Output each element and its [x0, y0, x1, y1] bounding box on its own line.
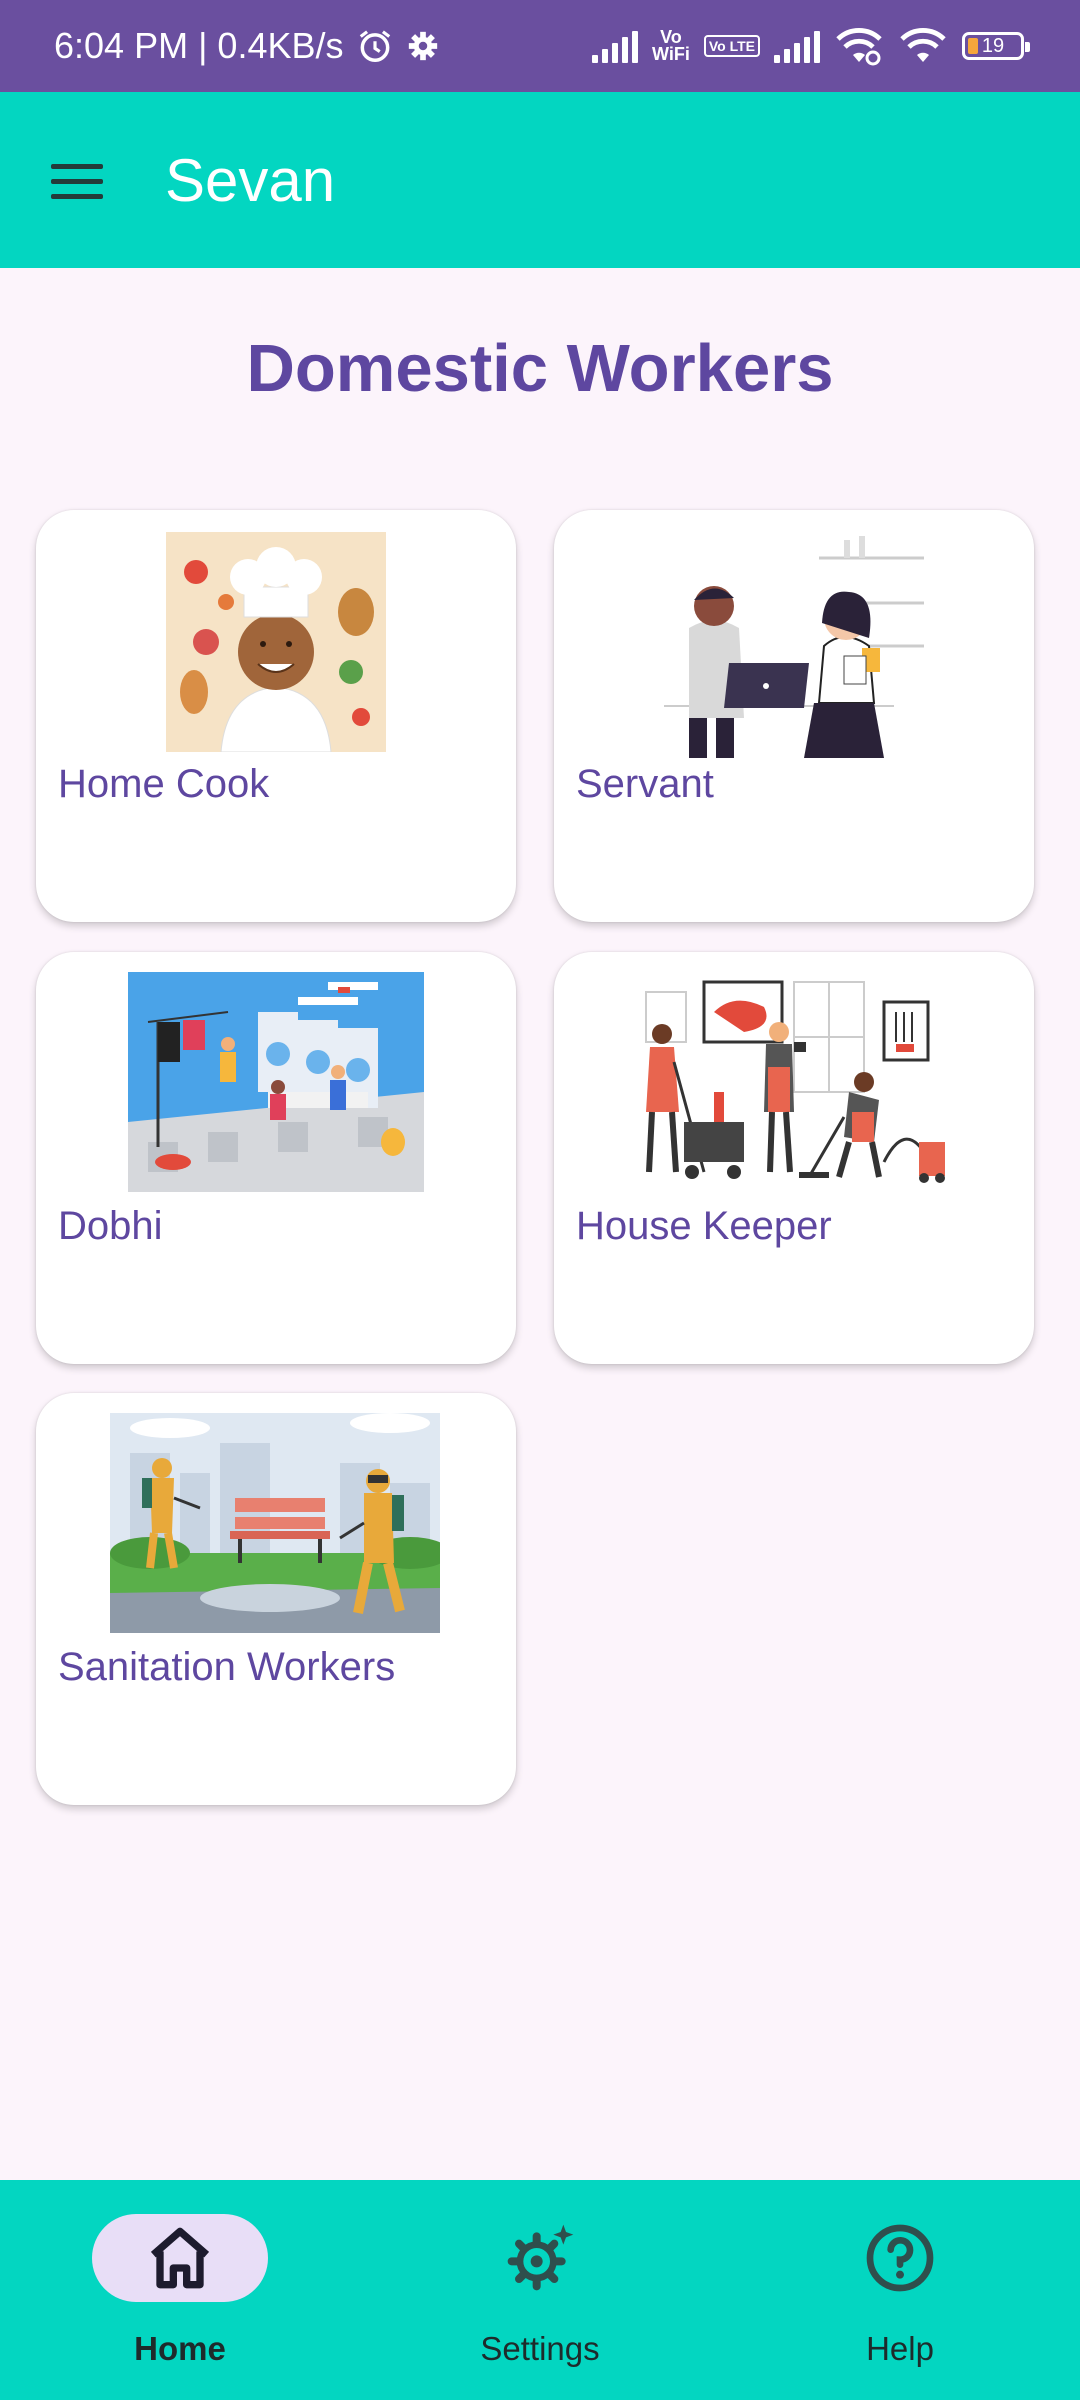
category-label: House Keeper — [576, 1204, 832, 1248]
nav-label-settings: Settings — [480, 2330, 600, 2367]
volte-icon: Vo LTE — [703, 35, 760, 57]
wifi-icon-2 — [900, 28, 946, 62]
bottom-nav: Home Settings Help — [0, 2180, 1080, 2400]
battery-icon: 19 — [962, 32, 1030, 60]
laundry-illustration — [128, 972, 424, 1192]
status-bar: 6:04 PM | 0.4KB/s Vo WiFi Vo LTE 19 — [0, 0, 1080, 92]
gear-icon — [408, 31, 437, 61]
category-label: Servant — [576, 762, 714, 806]
category-card-dobhi[interactable]: Dobhi — [36, 952, 516, 1364]
help-circle-icon — [866, 2224, 934, 2292]
nav-item-home[interactable]: Home — [0, 2180, 360, 2400]
category-card-sanitation-workers[interactable]: Sanitation Workers — [36, 1393, 516, 1805]
wifi-icon — [836, 28, 882, 66]
category-card-servant[interactable]: Servant — [554, 510, 1034, 922]
alarm-icon — [359, 30, 390, 62]
cleaning-crew-illustration — [645, 980, 945, 1183]
chef-illustration — [166, 532, 386, 752]
category-card-house-keeper[interactable]: House Keeper — [554, 952, 1034, 1364]
vowifi-bottom: WiFi — [652, 44, 690, 64]
menu-icon[interactable] — [42, 146, 112, 216]
status-left: 6:04 PM | 0.4KB/s — [54, 0, 440, 92]
signal-icon-2 — [774, 29, 820, 63]
home-icon — [150, 2227, 210, 2289]
office-workers-illustration — [664, 536, 924, 758]
signal-icon — [592, 29, 639, 63]
sanitation-illustration — [110, 1413, 440, 1633]
app-bar: Sevan — [0, 92, 1080, 268]
category-label: Sanitation Workers — [58, 1645, 396, 1689]
battery-level: 19 — [981, 34, 1005, 57]
category-card-home-cook[interactable]: Home Cook — [36, 510, 516, 922]
status-right: Vo WiFi Vo LTE 19 — [592, 0, 1030, 92]
nav-item-settings[interactable]: Settings — [360, 2180, 720, 2400]
nav-item-help[interactable]: Help — [720, 2180, 1080, 2400]
status-time: 6:04 PM | 0.4KB/s — [54, 25, 344, 66]
settings-sparkle-icon — [507, 2224, 574, 2291]
nav-label-home: Home — [134, 2330, 226, 2367]
nav-label-help: Help — [866, 2330, 934, 2367]
category-label: Dobhi — [58, 1204, 163, 1248]
category-label: Home Cook — [58, 762, 270, 806]
app-title: Sevan — [165, 146, 336, 214]
page-title: Domestic Workers — [246, 331, 834, 406]
vowifi-icon: Vo WiFi — [652, 28, 690, 64]
